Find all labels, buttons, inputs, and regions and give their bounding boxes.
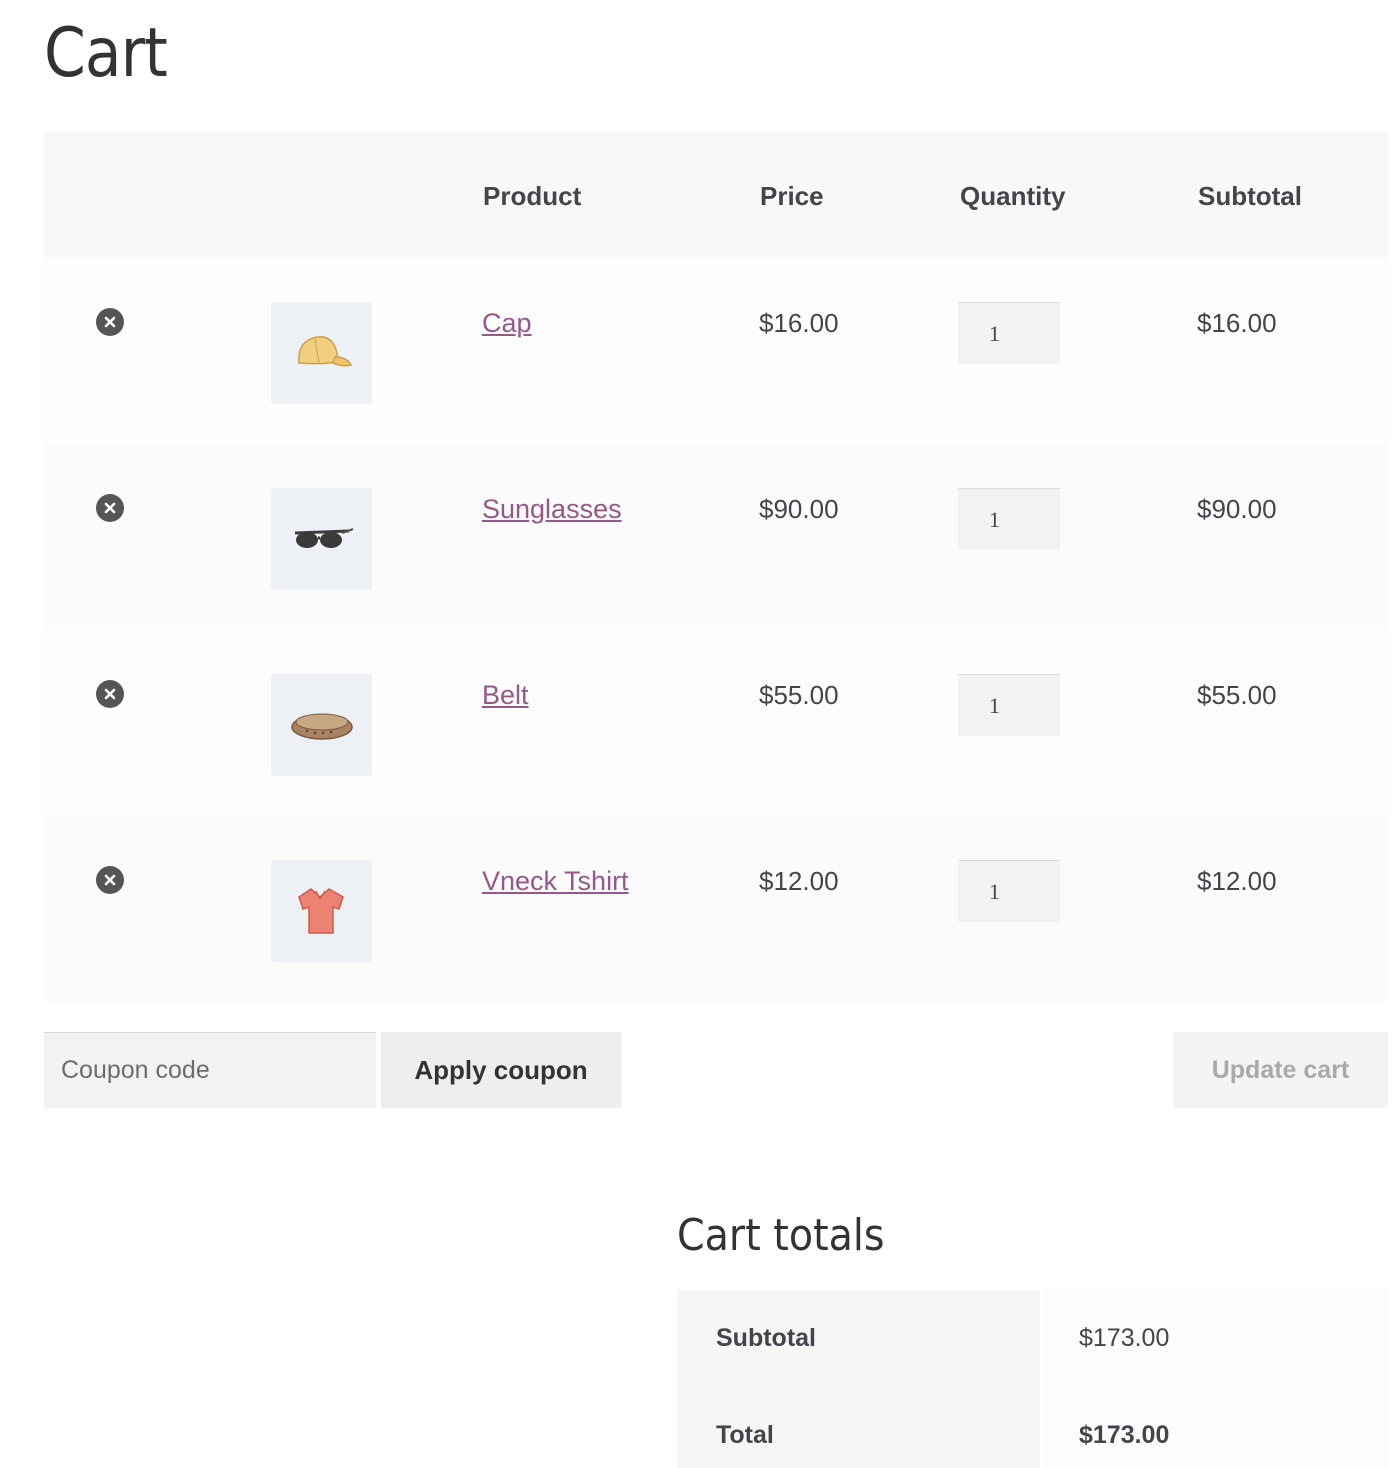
cart-item-row: Cap $16.00 $16.00	[44, 258, 1388, 444]
table-header: Product Price Quantity Subtotal	[44, 131, 1388, 258]
sunglasses-icon	[294, 528, 353, 548]
product-thumbnail[interactable]	[271, 302, 372, 404]
column-header-price: Price	[760, 181, 824, 211]
subtotal-value: $173.00	[1079, 1324, 1170, 1352]
totals-row-total: Total $173.00	[677, 1387, 1388, 1468]
remove-item-icon[interactable]	[96, 680, 124, 708]
product-thumbnail[interactable]	[271, 860, 372, 962]
product-subtotal: $55.00	[1197, 680, 1277, 710]
remove-item-icon[interactable]	[96, 866, 124, 894]
product-price: $16.00	[759, 308, 839, 338]
cart-totals-heading: Cart totals	[677, 1210, 885, 1261]
coupon-code-input[interactable]	[44, 1032, 376, 1108]
total-value: $173.00	[1079, 1421, 1170, 1449]
product-link-sunglasses[interactable]: Sunglasses	[482, 494, 622, 525]
remove-item-icon[interactable]	[96, 494, 124, 522]
quantity-input[interactable]	[958, 860, 1060, 922]
subtotal-label: Subtotal	[716, 1324, 816, 1352]
product-price: $90.00	[759, 494, 839, 524]
remove-item-icon[interactable]	[96, 308, 124, 336]
apply-coupon-button[interactable]: Apply coupon	[381, 1032, 621, 1108]
product-price: $12.00	[759, 866, 839, 896]
cart-item-row: Vneck Tshirt $12.00 $12.00	[44, 816, 1388, 1002]
tshirt-icon	[297, 888, 344, 934]
cap-icon	[297, 336, 352, 367]
belt-icon	[290, 713, 353, 740]
page-title: Cart	[44, 14, 168, 93]
update-cart-button[interactable]: Update cart	[1173, 1032, 1388, 1108]
cart-table: Product Price Quantity Subtotal Cap $16.…	[44, 131, 1388, 1002]
product-subtotal: $90.00	[1197, 494, 1277, 524]
cart-totals-table: Subtotal $173.00 Total $173.00	[677, 1290, 1388, 1468]
column-header-subtotal: Subtotal	[1198, 181, 1302, 211]
totals-row-subtotal: Subtotal $173.00	[677, 1290, 1388, 1387]
total-label: Total	[716, 1421, 774, 1449]
product-thumbnail[interactable]	[271, 488, 372, 590]
product-link-cap[interactable]: Cap	[482, 308, 532, 339]
quantity-input[interactable]	[958, 302, 1060, 364]
product-subtotal: $12.00	[1197, 866, 1277, 896]
quantity-input[interactable]	[958, 488, 1060, 550]
product-link-belt[interactable]: Belt	[482, 680, 529, 711]
column-header-product: Product	[483, 181, 582, 211]
cart-item-row: Sunglasses $90.00 $90.00	[44, 444, 1388, 630]
product-link-vneck-tshirt[interactable]: Vneck Tshirt	[482, 866, 629, 897]
cart-item-row: Belt $55.00 $55.00	[44, 630, 1388, 816]
product-price: $55.00	[759, 680, 839, 710]
column-header-quantity: Quantity	[960, 181, 1066, 211]
product-thumbnail[interactable]	[271, 674, 372, 776]
product-subtotal: $16.00	[1197, 308, 1277, 338]
quantity-input[interactable]	[958, 674, 1060, 736]
